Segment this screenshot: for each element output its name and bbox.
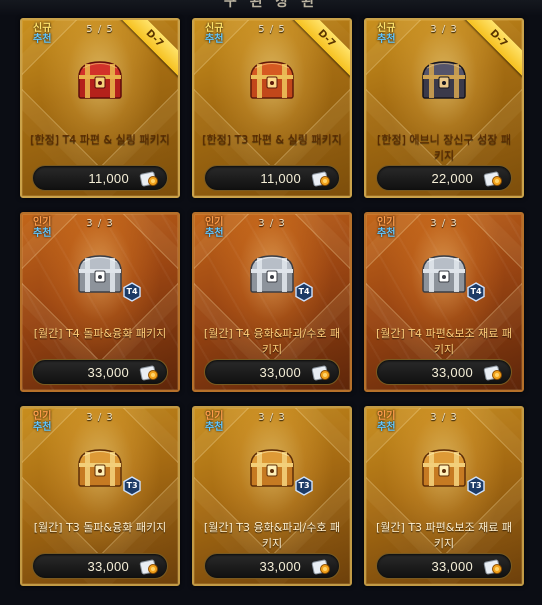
gem-coin-icon [311,363,331,383]
gem-coin-icon [311,557,331,577]
product-name: [월간] T4 파편&보조 재료 패키지 [376,327,512,356]
product-name: [한정] T4 파편 & 실링 패키지 [30,133,170,146]
badge-recommend: 추천 [205,228,224,239]
badge-primary: 인기 [377,217,396,228]
purchase-limit-count: 3 / 3 [86,218,114,229]
price-value: 11,000 [88,171,129,186]
tier-hexagon-icon: T4 [294,282,314,302]
gem-coin-icon [311,169,331,189]
product-card-8[interactable]: 인기 추천 3 / 3 T3 [월간] T3 융화&파괴/수호 패키지 33,0… [192,406,352,586]
price-value: 33,000 [259,365,301,380]
price-value: 11,000 [260,171,301,186]
price-value: 33,000 [431,559,473,574]
treasure-chest-icon [74,58,126,102]
badge-recommend: 추천 [377,34,396,45]
tier-label: T3 [470,481,482,490]
tier-label: T4 [298,287,310,296]
tier-label: T4 [126,287,138,296]
product-card-7[interactable]: 인기 추천 3 / 3 T3 [월간] T3 돌파&융화 패키지 33,000 [20,406,180,586]
buy-button[interactable]: 11,000 [204,165,340,191]
gem-coin-icon [139,363,159,383]
gem-coin-icon [483,169,503,189]
tier-label: T4 [470,287,482,296]
buy-button[interactable]: 11,000 [32,165,168,191]
price-value: 33,000 [87,559,129,574]
product-name: [월간] T3 파편&보조 재료 패키지 [376,521,512,550]
tier-hexagon-icon: T4 [466,282,486,302]
purchase-limit-count: 3 / 3 [258,218,286,229]
treasure-chest-icon [418,252,470,296]
product-name: [월간] T3 돌파&융화 패키지 [33,521,167,534]
badge-primary: 인기 [377,411,396,422]
buy-button[interactable]: 33,000 [32,359,168,385]
product-card-4[interactable]: 인기 추천 3 / 3 T4 [월간] T4 돌파&융화 패키지 33,000 [20,212,180,392]
purchase-limit-count: 3 / 3 [430,412,458,423]
tier-hexagon-icon: T4 [122,282,142,302]
badge-recommend: 추천 [377,228,396,239]
badge-recommend: 추천 [33,422,52,433]
tier-hexagon-icon: T3 [122,476,142,496]
gem-coin-icon [139,169,159,189]
gem-coin-icon [139,557,159,577]
purchase-limit-count: 3 / 3 [430,218,458,229]
badge-primary: 인기 [33,411,52,422]
buy-button[interactable]: 33,000 [32,553,168,579]
tier-label: T3 [298,481,310,490]
buy-button[interactable]: 33,000 [376,359,512,385]
product-name: [월간] T4 돌파&융화 패키지 [33,327,167,340]
badge-primary: 인기 [205,217,224,228]
product-name: [월간] T3 융화&파괴/수호 패키지 [203,521,341,550]
tier-hexagon-icon: T3 [294,476,314,496]
badge-recommend: 추천 [33,228,52,239]
price-value: 33,000 [431,365,473,380]
badge-recommend: 추천 [205,34,224,45]
buy-button[interactable]: 33,000 [376,553,512,579]
badge-primary: 신규 [205,23,224,34]
product-card-3[interactable]: 신규 추천 3 / 3 D-7 [한정] 에브니 장신구 성장 패키지 22,0… [364,18,524,198]
treasure-chest-icon [74,252,126,296]
treasure-chest-icon [246,446,298,490]
product-card-6[interactable]: 인기 추천 3 / 3 T4 [월간] T4 파편&보조 재료 패키지 33,0… [364,212,524,392]
tier-label: T3 [126,481,138,490]
purchase-limit-count: 5 / 5 [258,24,286,35]
product-card-5[interactable]: 인기 추천 3 / 3 T4 [월간] T4 융화&파괴/수호 패키지 33,0… [192,212,352,392]
price-value: 33,000 [259,559,301,574]
buy-button[interactable]: 22,000 [376,165,512,191]
product-grid: 신규 추천 5 / 5 D-7 [한정] T4 파편 & 실링 패키지 11,0… [20,18,524,586]
page-title: 구 된 상 된 [223,0,319,10]
badge-primary: 신규 [377,23,396,34]
badge-primary: 인기 [33,217,52,228]
product-name: [한정] 에브니 장신구 성장 패키지 [377,133,511,162]
treasure-chest-icon [246,58,298,102]
badge-recommend: 추천 [377,422,396,433]
purchase-limit-count: 3 / 3 [430,24,458,35]
badge-primary: 신규 [33,23,52,34]
purchase-limit-count: 3 / 3 [258,412,286,423]
purchase-limit-count: 5 / 5 [86,24,114,35]
price-value: 22,000 [431,171,473,186]
treasure-chest-icon [418,58,470,102]
buy-button[interactable]: 33,000 [204,553,340,579]
tier-hexagon-icon: T3 [466,476,486,496]
product-card-1[interactable]: 신규 추천 5 / 5 D-7 [한정] T4 파편 & 실링 패키지 11,0… [20,18,180,198]
badge-primary: 인기 [205,411,224,422]
treasure-chest-icon [418,446,470,490]
product-card-2[interactable]: 신규 추천 5 / 5 D-7 [한정] T3 파편 & 실링 패키지 11,0… [192,18,352,198]
price-value: 33,000 [87,365,129,380]
gem-coin-icon [483,363,503,383]
badge-recommend: 추천 [205,422,224,433]
product-name: [월간] T4 융화&파괴/수호 패키지 [203,327,341,356]
treasure-chest-icon [246,252,298,296]
buy-button[interactable]: 33,000 [204,359,340,385]
header-strip: 구 된 상 된 [0,0,542,16]
product-card-9[interactable]: 인기 추천 3 / 3 T3 [월간] T3 파편&보조 재료 패키지 33,0… [364,406,524,586]
gem-coin-icon [483,557,503,577]
product-name: [한정] T3 파편 & 실링 패키지 [202,133,342,146]
purchase-limit-count: 3 / 3 [86,412,114,423]
treasure-chest-icon [74,446,126,490]
badge-recommend: 추천 [33,34,52,45]
